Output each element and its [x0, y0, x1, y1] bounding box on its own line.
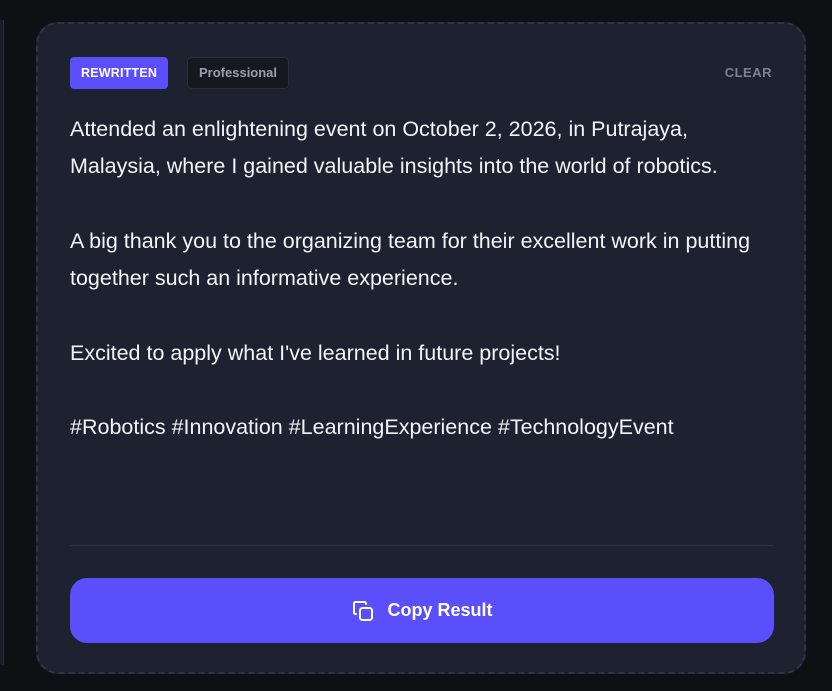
adjacent-panel-edge: [0, 20, 4, 665]
copy-icon: [351, 599, 375, 623]
clear-button[interactable]: CLEAR: [725, 57, 772, 89]
result-text: Attended an enlightening event on Octobe…: [70, 111, 774, 484]
result-paragraph: Excited to apply what I've learned in fu…: [70, 340, 561, 365]
rewritten-badge: REWRITTEN: [70, 57, 169, 89]
result-paragraph: Attended an enlightening event on Octobe…: [70, 117, 718, 179]
result-card: REWRITTEN Professional CLEAR Attended an…: [36, 22, 806, 674]
tone-badge: Professional: [187, 57, 290, 89]
copy-result-button[interactable]: Copy Result: [70, 578, 774, 643]
copy-result-label: Copy Result: [387, 600, 493, 620]
divider: [70, 545, 774, 546]
result-hashtags: #Robotics #Innovation #LearningExperienc…: [70, 415, 674, 440]
result-header: REWRITTEN Professional CLEAR: [70, 57, 772, 91]
result-paragraph: A big thank you to the organizing team f…: [70, 228, 751, 291]
